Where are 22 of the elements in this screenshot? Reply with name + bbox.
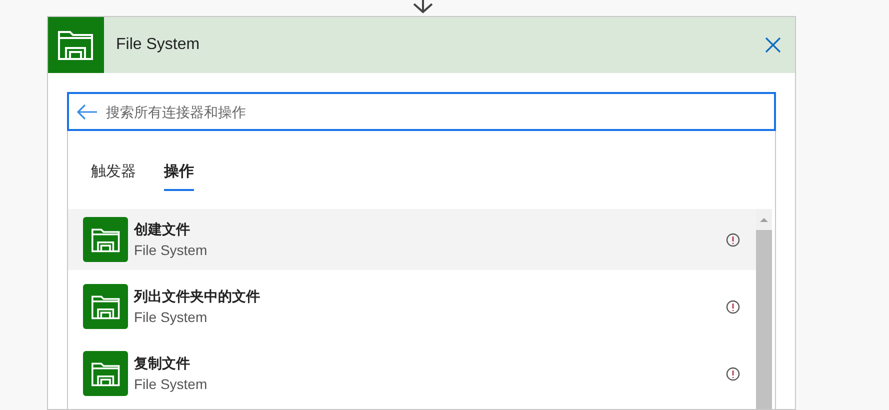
info-icon[interactable] xyxy=(726,300,740,314)
scroll-up-icon[interactable] xyxy=(759,215,769,225)
back-arrow-icon[interactable] xyxy=(76,104,98,120)
arrow-down-icon xyxy=(412,0,434,14)
folder-icon xyxy=(83,351,128,396)
connector-name: File System xyxy=(134,374,208,394)
folder-icon xyxy=(83,284,128,329)
action-name: 复制文件 xyxy=(134,354,191,372)
action-name: 创建文件 xyxy=(134,220,191,238)
header-title: File System xyxy=(116,35,201,55)
folder-icon xyxy=(83,217,128,262)
action-name: 列出文件夹中的文件 xyxy=(134,286,261,306)
close-button[interactable] xyxy=(763,35,783,55)
scrollbar[interactable] xyxy=(756,209,772,409)
connector-name: File System xyxy=(134,308,208,327)
action-item[interactable]: 创建文件 File System xyxy=(68,209,756,270)
tab[interactable]: 操作 xyxy=(164,155,194,191)
connector-name: File System xyxy=(134,240,208,260)
info-icon[interactable] xyxy=(726,232,740,246)
info-icon[interactable] xyxy=(726,366,740,380)
search-field[interactable]: 搜索所有连接器和操作 xyxy=(67,92,776,131)
tab[interactable]: 触发器 xyxy=(91,155,136,191)
